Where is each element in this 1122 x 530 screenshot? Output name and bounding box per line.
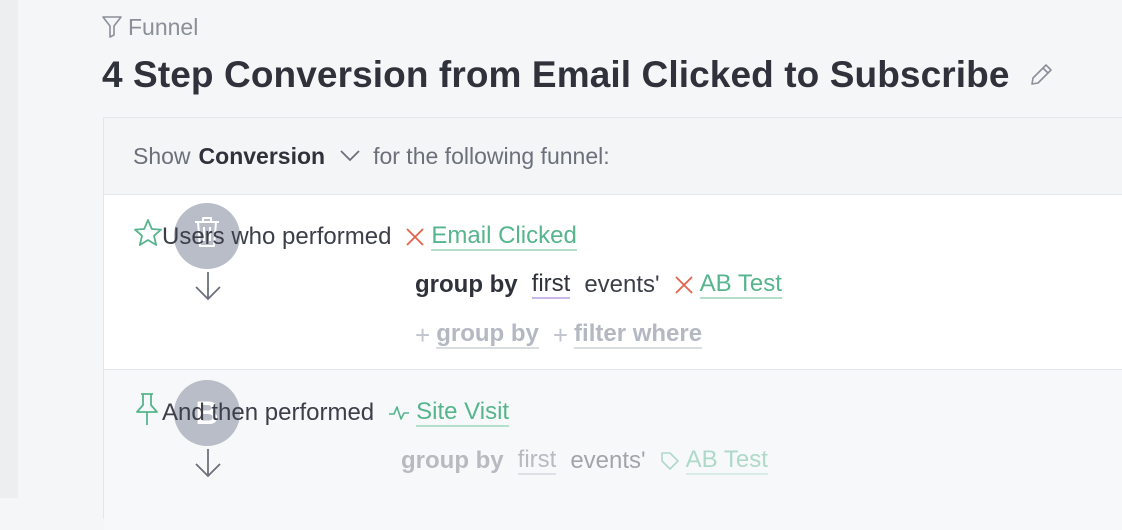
step-b-event-row: And then performed Site Visit (162, 397, 510, 429)
step-a-event-row: Users who performed Email Clicked (162, 221, 577, 253)
pencil-icon[interactable] (1028, 62, 1054, 88)
event-selector[interactable]: Email Clicked (431, 223, 577, 251)
pin-icon[interactable] (134, 392, 160, 431)
step-a-groupby-row: group by first events' AB Test (415, 269, 782, 301)
group-by-label: group by (401, 447, 504, 474)
chevron-down-icon[interactable] (339, 149, 361, 163)
events-word: events' (584, 271, 660, 298)
funnel-panel: Show Conversion for the following funnel… (103, 117, 1122, 530)
plus-icon: + (552, 319, 569, 350)
events-word: events' (570, 447, 646, 474)
left-gutter (0, 0, 18, 498)
step-lead: And then performed (162, 399, 375, 426)
step-b-groupby-row: group by first events' AB Test (401, 445, 768, 477)
header-suffix: for the following funnel: (373, 142, 610, 169)
group-by-mode-select[interactable]: first (517, 447, 557, 475)
metric-select[interactable]: Conversion (199, 143, 326, 170)
group-by-mode-select[interactable]: first (531, 271, 571, 299)
remove-event-icon[interactable] (405, 227, 425, 247)
report-kind: Funnel (102, 14, 198, 40)
funnel-icon (102, 16, 122, 38)
group-by-label: group by (415, 271, 518, 298)
remove-property-icon[interactable] (674, 275, 694, 295)
activity-icon (388, 404, 410, 422)
step-lead: Users who performed (162, 223, 392, 250)
funnel-header: Show Conversion for the following funnel… (104, 118, 1122, 195)
report-title-row: 4 Step Conversion from Email Clicked to … (102, 52, 1122, 98)
arrow-down-icon (194, 448, 222, 483)
step-a-add-row: + group by + filter where (415, 319, 703, 351)
funnel-step-a: Users who performed Email Clicked group … (104, 195, 1122, 370)
property-selector[interactable]: AB Test (699, 271, 782, 299)
add-filter-link[interactable]: filter where (574, 321, 703, 349)
star-icon[interactable] (132, 217, 164, 254)
page-title[interactable]: 4 Step Conversion from Email Clicked to … (102, 54, 1010, 96)
add-group-by-link[interactable]: group by (436, 321, 539, 349)
property-selector[interactable]: AB Test (685, 447, 768, 475)
arrow-down-icon (194, 271, 222, 306)
plus-icon: + (415, 319, 431, 350)
header-prefix: Show (133, 142, 191, 169)
tag-icon (660, 451, 680, 471)
event-selector[interactable]: Site Visit (416, 399, 510, 427)
funnel-step-b: B And then performed Site Visit group by… (104, 370, 1122, 530)
report-kind-label: Funnel (128, 13, 199, 40)
